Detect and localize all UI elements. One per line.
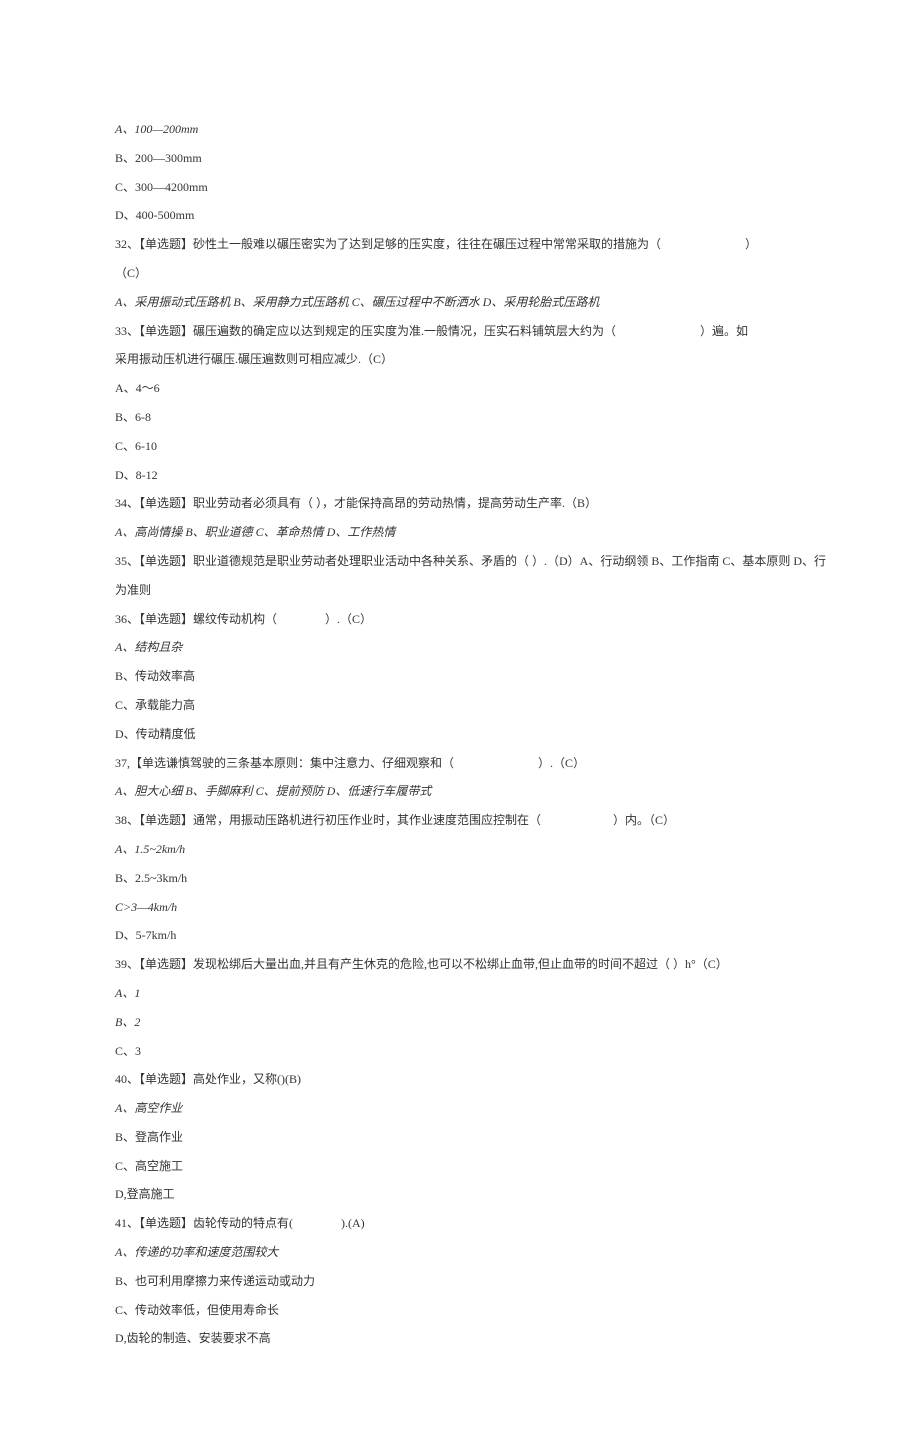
text-line: 40、【单选题】高处作业，又称()(B) — [115, 1065, 805, 1094]
text-line: C、300—4200mm — [115, 173, 805, 202]
text-line: 34、【单选题】职业劳动者必须具有（ ），才能保持高昂的劳动热情，提高劳动生产率… — [115, 489, 805, 518]
text-line: 36、【单选题】螺纹传动机构（ ）.（C） — [115, 605, 805, 634]
text-line: 采用振动压机进行碾压.碾压遍数则可相应减少.（C） — [115, 345, 805, 374]
text-line: 39、【单选题】发现松绑后大量出血,并且有产生休克的危险,也可以不松绑止血带,但… — [115, 950, 805, 979]
text-line: B、200—300mm — [115, 144, 805, 173]
text-line: 37,【单选谦慎驾驶的三条基本原则：集中注意力、仔细观察和（ ）.（C） — [115, 749, 805, 778]
text-line: A、结构且杂 — [115, 633, 805, 662]
text-line: C、高空施工 — [115, 1152, 805, 1181]
text-line: D、8-12 — [115, 461, 805, 490]
text-line: 35、【单选题】职业道德规范是职业劳动者处理职业活动中各种关系、矛盾的（ ）.（… — [115, 547, 805, 576]
text-line: D、400-500mm — [115, 201, 805, 230]
text-line: A、1.5~2km/h — [115, 835, 805, 864]
text-line: C、6-10 — [115, 432, 805, 461]
text-line: C、承载能力高 — [115, 691, 805, 720]
text-line: B、也可利用摩擦力来传递运动或动力 — [115, 1267, 805, 1296]
text-line: B、2.5~3km/h — [115, 864, 805, 893]
text-line: 为准则 — [115, 576, 805, 605]
text-line: 41、【单选题】齿轮传动的特点有( ).(A) — [115, 1209, 805, 1238]
text-line: D,齿轮的制造、安装要求不高 — [115, 1324, 805, 1353]
text-line: B、6-8 — [115, 403, 805, 432]
text-line: D,登高施工 — [115, 1180, 805, 1209]
text-line: C>3—4km/h — [115, 893, 805, 922]
text-line: A、1 — [115, 979, 805, 1008]
text-line: 33、【单选题】碾压遍数的确定应以达到规定的压实度为准.一般情况，压实石料铺筑层… — [115, 317, 805, 346]
text-line: D、传动精度低 — [115, 720, 805, 749]
document-body: A、100—200mmB、200—300mmC、300—4200mmD、400-… — [115, 115, 805, 1353]
text-line: B、2 — [115, 1008, 805, 1037]
text-line: A、传递的功率和速度范围较大 — [115, 1238, 805, 1267]
text-line: A、胆大心细 B、手脚麻利 C、提前预防 D、低速行车履带式 — [115, 777, 805, 806]
text-line: C、传动效率低，但使用寿命长 — [115, 1296, 805, 1325]
text-line: A、100—200mm — [115, 115, 805, 144]
text-line: B、登高作业 — [115, 1123, 805, 1152]
text-line: A、4～6 — [115, 374, 805, 403]
text-line: A、采用振动式压路机 B、采用静力式压路机 C、碾压过程中不断洒水 D、采用轮胎… — [115, 288, 805, 317]
text-line: A、高尚情操 B、职业道德 C、革命热情 D、工作热情 — [115, 518, 805, 547]
text-line: 38、【单选题】通常，用振动压路机进行初压作业时，其作业速度范围应控制在（ ）内… — [115, 806, 805, 835]
text-line: B、传动效率高 — [115, 662, 805, 691]
text-line: 32、【单选题】砂性土一般难以碾压密实为了达到足够的压实度，往往在碾压过程中常常… — [115, 230, 805, 259]
text-line: D、5-7km/h — [115, 921, 805, 950]
text-line: （C） — [115, 259, 805, 288]
text-line: C、3 — [115, 1037, 805, 1066]
text-line: A、高空作业 — [115, 1094, 805, 1123]
